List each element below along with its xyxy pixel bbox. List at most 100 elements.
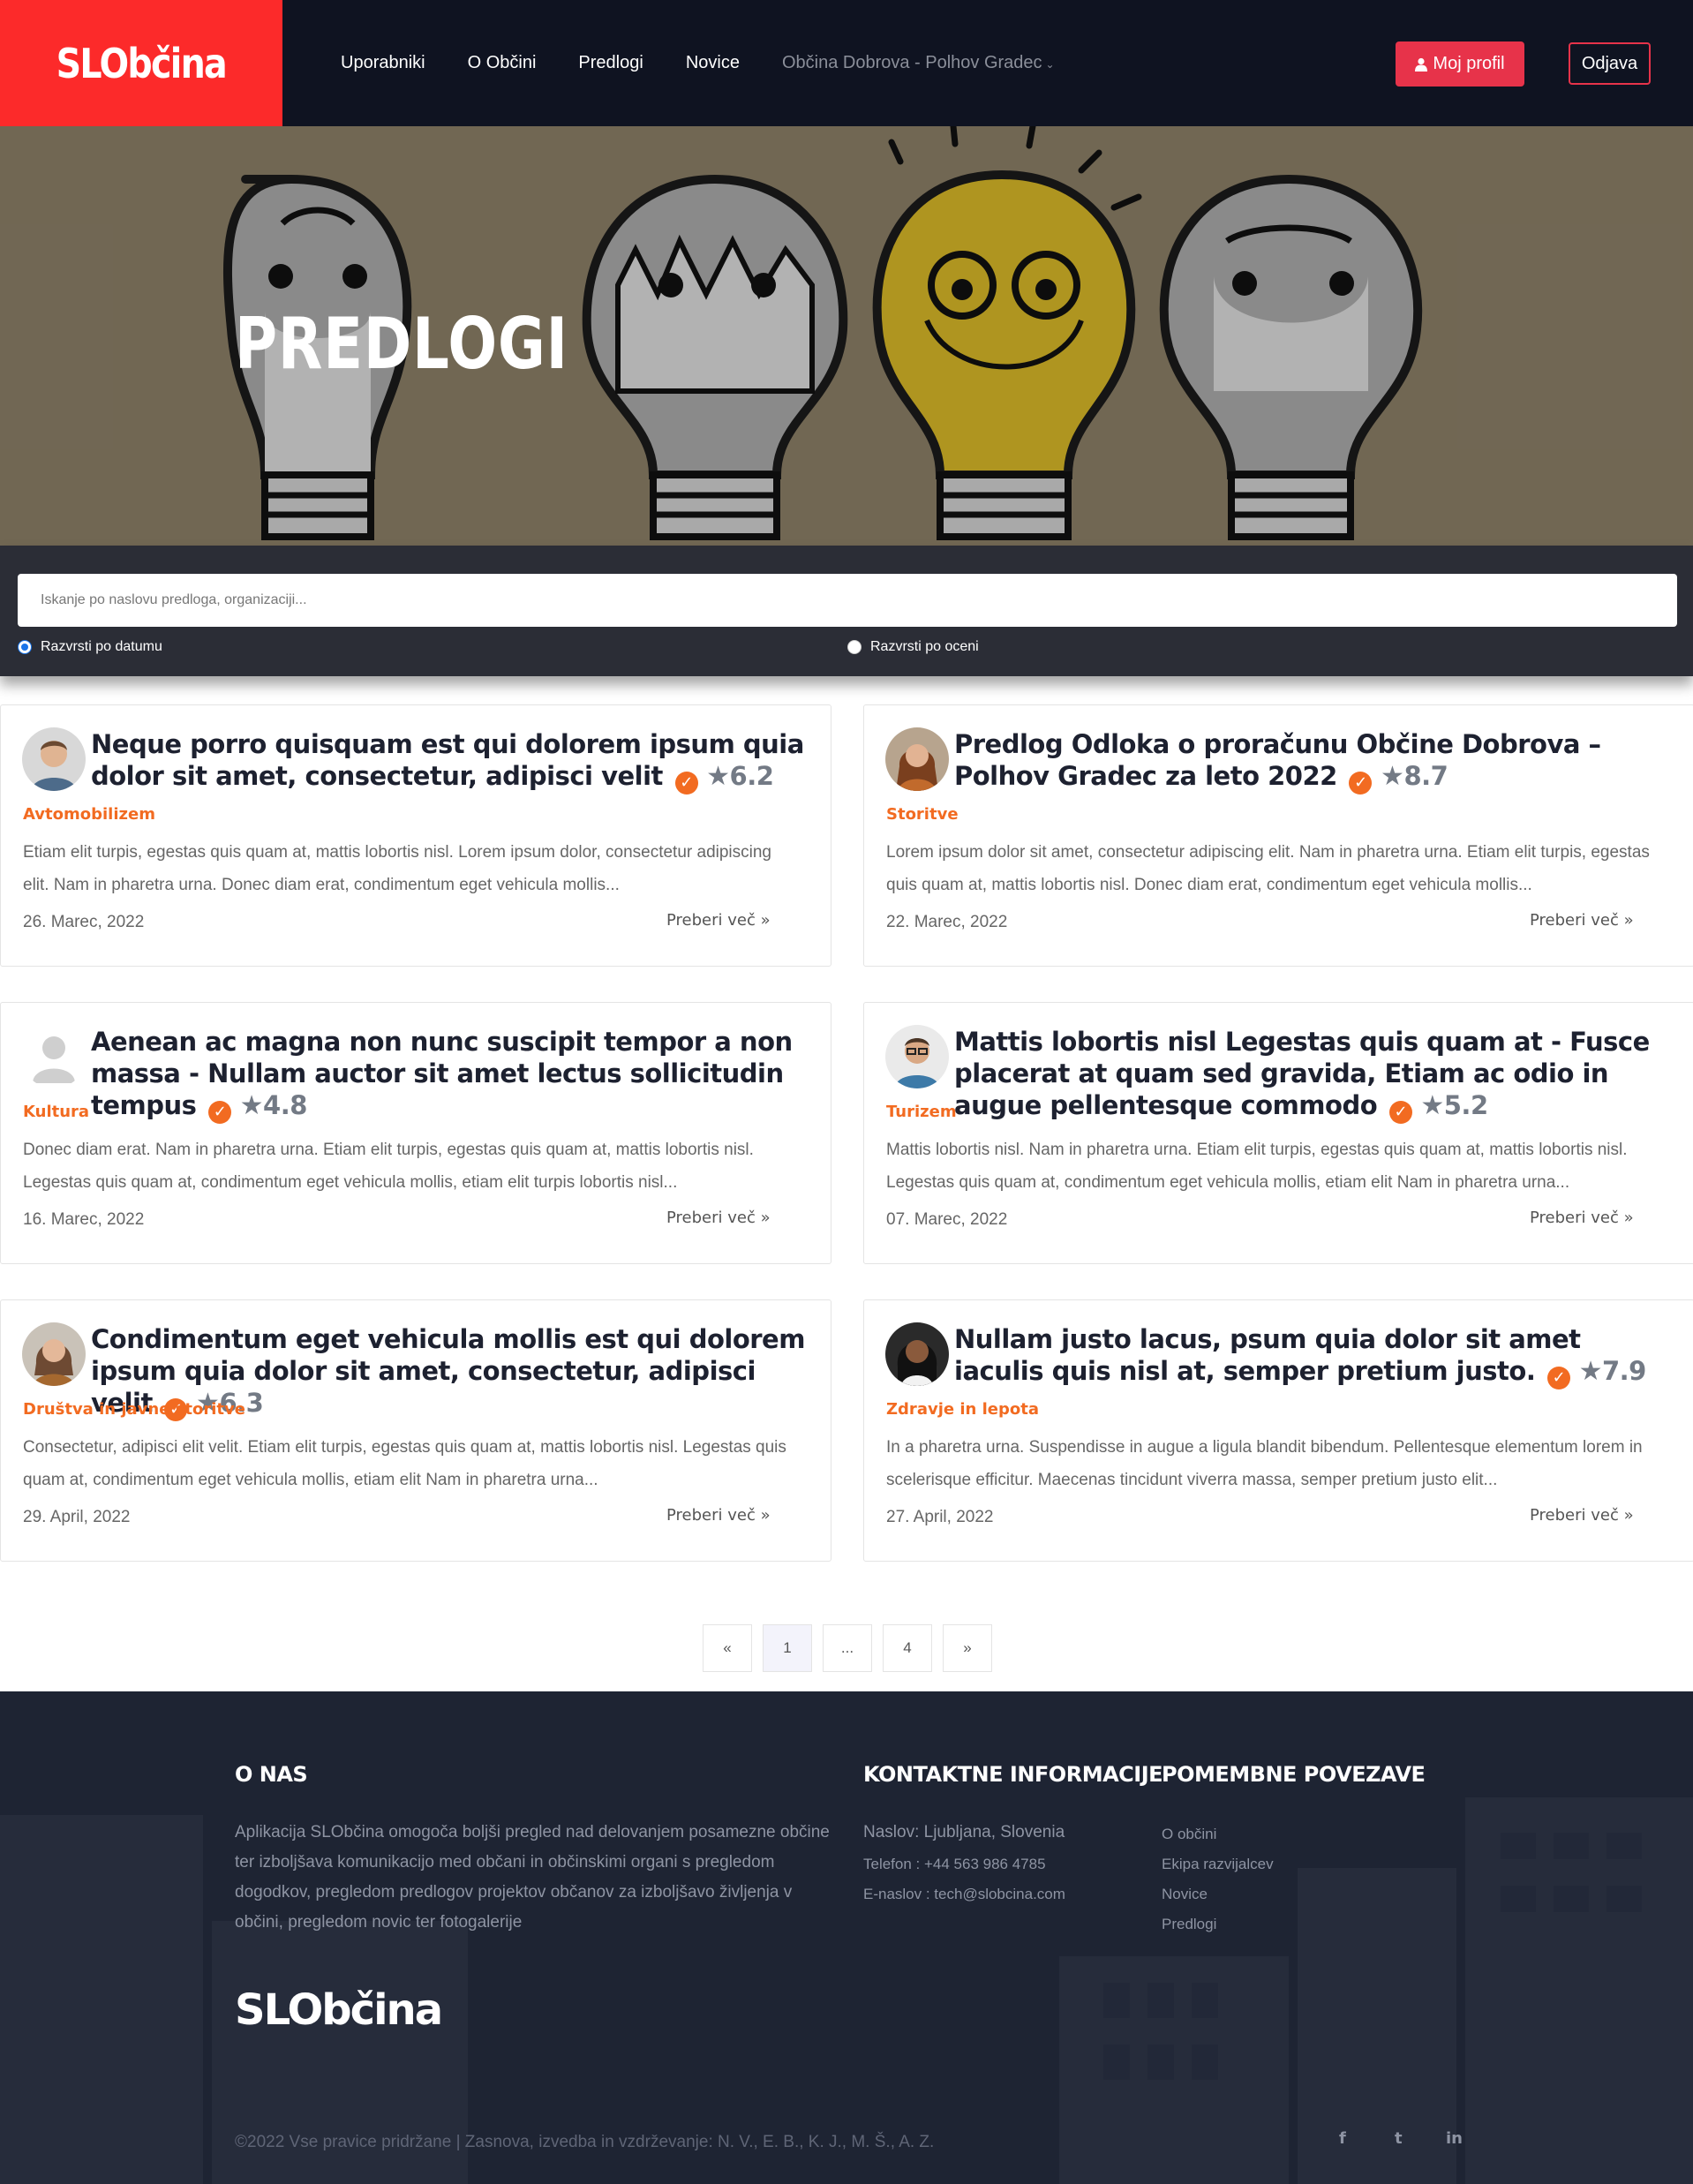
sort-by-date-option[interactable]: Razvrsti po datumu (18, 639, 162, 655)
pagination-next-button[interactable]: » (943, 1624, 992, 1672)
proposal-card[interactable]: Nullam justo lacus, psum quia dolor sit … (863, 1299, 1693, 1562)
proposal-category[interactable]: Storitve (886, 805, 959, 824)
avatar (885, 1322, 949, 1386)
proposal-excerpt: Lorem ipsum dolor sit amet, consectetur … (886, 843, 1650, 894)
verified-check-icon: ✓ (1388, 1101, 1412, 1124)
my-profile-button[interactable]: Moj profil (1396, 41, 1524, 87)
star-icon: ★ (1420, 1090, 1444, 1121)
read-more-link[interactable]: Preberi več » (1530, 1506, 1634, 1525)
avatar (22, 1025, 86, 1088)
read-more-label: Preberi več (666, 1209, 756, 1227)
municipality-label: Občina Dobrova - Polhov Gradec (781, 53, 1042, 72)
proposal-card[interactable]: Condimentum eget vehicula mollis est qui… (0, 1299, 831, 1562)
proposal-excerpt: Mattis lobortis nisl. Nam in pharetra ur… (886, 1141, 1628, 1192)
contact-phone[interactable]: Telefon : +44 563 986 4785 (863, 1856, 1046, 1873)
proposal-title[interactable]: Nullam justo lacus, psum quia dolor sit … (954, 1323, 1678, 1389)
double-chevron-right-icon: » (760, 1506, 771, 1525)
star-icon: ★ (1578, 1356, 1603, 1387)
rating: ★4.8 (239, 1090, 308, 1121)
my-profile-label: Moj profil (1433, 54, 1505, 73)
avatar (885, 1025, 949, 1088)
hero-banner: PREDLOGI (0, 126, 1693, 546)
nav-item-predlogi[interactable]: Predlogi (578, 53, 643, 73)
proposal-title-text: Aenean ac magna non nunc suscipit tempor… (91, 1027, 793, 1120)
sort-by-rating-option[interactable]: Razvrsti po oceni (847, 639, 979, 655)
proposal-excerpt: Etiam elit turpis, egestas quis quam at,… (23, 843, 771, 894)
footer-logo[interactable]: SLObčina (235, 1985, 443, 2035)
copyright-text: ©2022 Vse pravice pridržane | Zasnova, i… (235, 2133, 935, 2151)
chevron-down-icon: ⌄ (1045, 58, 1055, 71)
rating-value: 8.7 (1403, 761, 1448, 791)
proposal-card[interactable]: Neque porro quisquam est qui dolorem ips… (0, 704, 831, 967)
footer-link-ekipa[interactable]: Ekipa razvijalcev (1162, 1856, 1274, 1873)
main-nav: Uporabniki O Občini Predlogi Novice Obči… (341, 0, 1055, 126)
proposal-card[interactable]: Mattis lobortis nisl Legestas quis quam … (863, 1002, 1693, 1264)
rating: ★7.9 (1578, 1356, 1647, 1387)
proposal-category[interactable]: Zdravje in lepota (886, 1400, 1039, 1419)
proposal-title[interactable]: Neque porro quisquam est qui dolorem ips… (91, 728, 815, 795)
proposal-date: 22. Marec, 2022 (886, 913, 1008, 931)
logout-button[interactable]: Odjava (1569, 42, 1651, 85)
facebook-icon[interactable]: f (1339, 2129, 1346, 2148)
read-more-link[interactable]: Preberi več » (1530, 1209, 1634, 1227)
pagination-prev-button[interactable]: « (703, 1624, 752, 1672)
read-more-link[interactable]: Preberi več » (1530, 911, 1634, 930)
read-more-label: Preberi več (666, 1506, 756, 1525)
nav-item-o-obcini[interactable]: O Občini (468, 53, 537, 73)
double-chevron-left-icon: « (723, 1639, 732, 1656)
avatar (885, 727, 949, 791)
municipality-dropdown[interactable]: Občina Dobrova - Polhov Gradec ⌄ (782, 53, 1055, 73)
double-chevron-right-icon: » (1623, 1506, 1634, 1525)
nav-item-novice[interactable]: Novice (686, 53, 740, 73)
proposal-date: 27. April, 2022 (886, 1508, 994, 1526)
pagination-page-1[interactable]: 1 (763, 1624, 812, 1672)
pagination-ellipsis[interactable]: ... (823, 1624, 872, 1672)
proposal-category[interactable]: Avtomobilizem (23, 805, 155, 824)
rating-value: 6.2 (729, 761, 774, 791)
proposal-title[interactable]: Aenean ac magna non nunc suscipit tempor… (91, 1026, 815, 1124)
twitter-icon[interactable]: t (1395, 2129, 1403, 2148)
rating-value: 5.2 (1443, 1090, 1488, 1120)
pagination-page-last[interactable]: 4 (883, 1624, 932, 1672)
footer-link-o-obcini[interactable]: O občini (1162, 1826, 1216, 1843)
read-more-link[interactable]: Preberi več » (666, 1209, 771, 1227)
proposal-category[interactable]: Turizem (886, 1103, 957, 1121)
contact-email[interactable]: E-naslov : tech@slobcina.com (863, 1886, 1065, 1903)
proposal-title[interactable]: Predlog Odloka o proračunu Občine Dobrov… (954, 728, 1678, 795)
star-icon: ★ (239, 1090, 264, 1121)
top-navbar: SLObčina Uporabniki O Občini Predlogi No… (0, 0, 1693, 126)
linkedin-icon[interactable]: in (1446, 2129, 1463, 2148)
nav-item-uporabniki[interactable]: Uporabniki (341, 53, 425, 73)
site-logo[interactable]: SLObčina (0, 0, 282, 126)
page-title: PREDLOGI (235, 303, 568, 385)
search-input[interactable] (18, 574, 1677, 627)
read-more-label: Preberi več (1530, 1506, 1619, 1525)
proposal-card[interactable]: Aenean ac magna non nunc suscipit tempor… (0, 1002, 831, 1264)
avatar (22, 727, 86, 791)
double-chevron-right-icon: » (1623, 1209, 1634, 1227)
radio-checked-icon[interactable] (18, 640, 32, 654)
double-chevron-right-icon: » (963, 1639, 972, 1656)
read-more-label: Preberi več (1530, 911, 1619, 930)
about-heading: O NAS (235, 1762, 308, 1787)
proposal-category[interactable]: Društva in javne storitve (23, 1400, 245, 1419)
verified-check-icon: ✓ (1349, 772, 1373, 795)
rating-value: 7.9 (1601, 1356, 1646, 1386)
proposal-title-text: Nullam justo lacus, psum quia dolor sit … (954, 1324, 1581, 1386)
proposal-excerpt: In a pharetra urna. Suspendisse in augue… (886, 1438, 1643, 1489)
read-more-link[interactable]: Preberi več » (666, 1506, 771, 1525)
read-more-label: Preberi več (1530, 1209, 1619, 1227)
rating: ★6.2 (706, 761, 774, 792)
proposal-category[interactable]: Kultura (23, 1103, 89, 1121)
footer-link-predlogi[interactable]: Predlogi (1162, 1916, 1216, 1933)
pagination: « 1 ... 4 » (703, 1624, 992, 1672)
search-panel: Razvrsti po datumu Razvrsti po oceni (0, 546, 1693, 676)
radio-unchecked-icon[interactable] (847, 640, 862, 654)
proposal-card[interactable]: Predlog Odloka o proračunu Občine Dobrov… (863, 704, 1693, 967)
footer-link-novice[interactable]: Novice (1162, 1886, 1208, 1903)
rating-value: 4.8 (263, 1090, 307, 1120)
links-heading: POMEMBNE POVEZAVE (1162, 1762, 1426, 1787)
read-more-link[interactable]: Preberi več » (666, 911, 771, 930)
logout-label: Odjava (1581, 53, 1638, 73)
proposal-title[interactable]: Mattis lobortis nisl Legestas quis quam … (954, 1026, 1678, 1124)
